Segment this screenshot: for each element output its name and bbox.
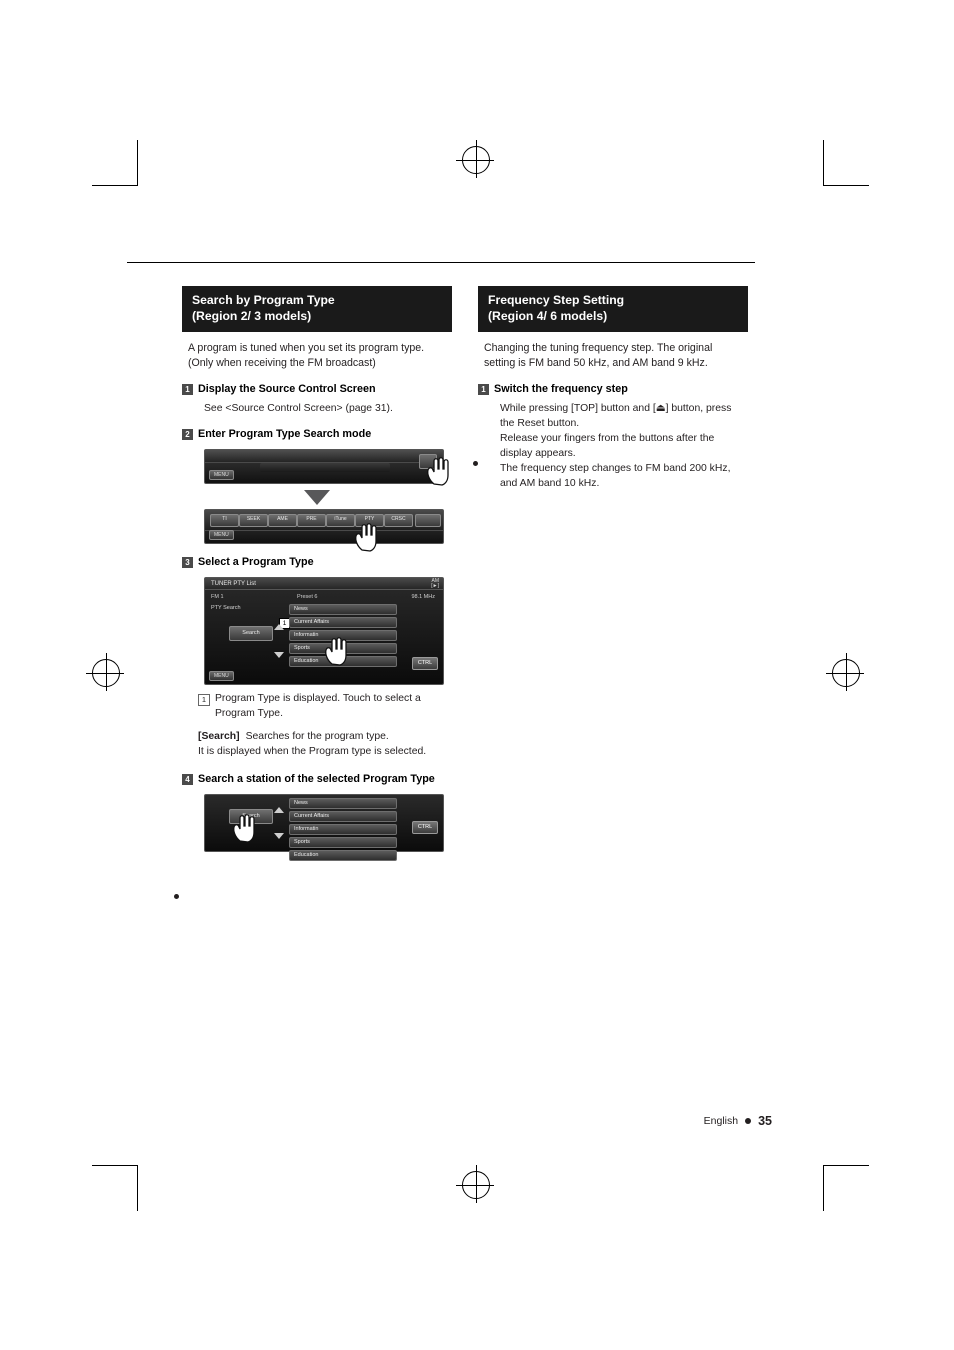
fn-button-crsc[interactable]: CRSC xyxy=(384,514,413,527)
illustration-pty-search-screen: Search News Current Affairs Informatin S… xyxy=(204,794,444,861)
margin-bullet-left xyxy=(174,894,179,899)
page-number: 35 xyxy=(758,1114,772,1128)
pty-search-sublabel: PTY Search xyxy=(211,605,241,611)
flow-arrow-down-icon xyxy=(304,490,330,505)
registration-mark-left xyxy=(86,653,124,691)
fn-button-itune[interactable]: iTune xyxy=(326,514,355,527)
fn-button-ti[interactable]: TI xyxy=(210,514,239,527)
step-number: 1 xyxy=(182,384,193,395)
registration-mark-top xyxy=(456,140,494,178)
step-number: 3 xyxy=(182,557,193,568)
page-footer: English 35 xyxy=(704,1114,772,1128)
list-item[interactable]: Current Affairs xyxy=(289,811,397,822)
right-step-line-3: The frequency step changes to FM band 20… xyxy=(500,463,731,489)
right-intro-text: Changing the tuning frequency step. The … xyxy=(484,342,713,369)
search-key-description: Searches for the program type. xyxy=(245,731,389,742)
pty-band-icon-2: [►] xyxy=(431,583,439,589)
pty-search-note: [Search] Searches for the program type. xyxy=(182,729,452,744)
left-step-1: 1 Display the Source Control Screen xyxy=(182,382,452,396)
pty-scroll-controls[interactable] xyxy=(272,807,285,839)
step-title: Search a station of the selected Program… xyxy=(198,773,435,785)
note-text: Program Type is displayed. Touch to sele… xyxy=(215,693,421,719)
list-item[interactable]: News xyxy=(289,604,397,615)
crop-mark-top-left-h xyxy=(92,185,138,186)
scroll-down-icon[interactable] xyxy=(273,652,284,658)
registration-mark-bottom xyxy=(456,1165,494,1203)
illustration-pty-list-screen: TUNER PTY List AM [►] FM 1 Preset 6 98.1… xyxy=(204,577,444,685)
registration-mark-right xyxy=(826,653,864,691)
right-step-line-2: Release your fingers from the buttons af… xyxy=(500,433,715,459)
left-step-3: 3 Select a Program Type xyxy=(182,555,452,569)
list-item[interactable]: News xyxy=(289,798,397,809)
crop-mark-bottom-right-v xyxy=(823,1165,824,1211)
footer-dot-icon xyxy=(745,1118,752,1124)
pty-search-button[interactable]: Search xyxy=(229,809,273,824)
pty-band-label: FM 1 xyxy=(211,594,224,600)
left-heading-line2: (Region 2/ 3 models) xyxy=(192,308,312,323)
fn-button-close-icon[interactable] xyxy=(415,514,441,527)
fn-button-pre[interactable]: PRE xyxy=(297,514,326,527)
pty-type-list[interactable]: News Current Affairs Informatin Sports E… xyxy=(289,604,397,669)
crop-mark-top-right-h xyxy=(823,185,869,186)
step-number: 1 xyxy=(478,384,489,395)
pty-scroll-controls[interactable] xyxy=(272,624,285,658)
pty-search-button[interactable]: Search xyxy=(229,626,273,641)
right-heading-line1: Frequency Step Setting xyxy=(488,293,625,307)
search-key-label: [Search] xyxy=(198,731,240,742)
scroll-down-icon[interactable] xyxy=(273,833,284,839)
list-item[interactable]: Sports xyxy=(289,643,397,654)
right-column: Frequency Step Setting (Region 4/ 6 mode… xyxy=(478,286,748,491)
list-item[interactable]: Informatin xyxy=(289,630,397,641)
step-title: Select a Program Type xyxy=(198,556,314,568)
illustration-function-bar-screen: TI SEEK AME PRE iTune PTY CRSC MENU xyxy=(204,509,444,552)
menu-tab: MENU xyxy=(209,470,234,480)
pty-type-list[interactable]: News Current Affairs Informatin Sports E… xyxy=(289,798,397,863)
pty-search-note-2: It is displayed when the Program type is… xyxy=(198,746,427,757)
note-number: 1 xyxy=(198,694,210,706)
list-item[interactable]: Sports xyxy=(289,837,397,848)
crop-mark-bottom-right-h xyxy=(823,1165,869,1166)
step-title: Display the Source Control Screen xyxy=(198,383,376,395)
pty-info-bar: FM 1 Preset 6 98.1 MHz xyxy=(205,591,443,603)
list-item[interactable]: Education xyxy=(289,656,397,667)
left-heading-line1: Search by Program Type xyxy=(192,293,335,307)
pty-callout-note: 1 Program Type is displayed. Touch to se… xyxy=(182,691,452,721)
illustration-source-control-screen: MENU xyxy=(204,449,449,486)
left-step-1-body: See <Source Control Screen> (page 31). xyxy=(204,403,393,414)
left-section-heading: Search by Program Type (Region 2/ 3 mode… xyxy=(182,286,452,332)
left-step-2: 2 Enter Program Type Search mode xyxy=(182,427,452,441)
step-number: 2 xyxy=(182,429,193,440)
pty-screen-title: TUNER PTY List xyxy=(205,578,443,590)
fn-button-pty[interactable]: PTY xyxy=(355,514,384,527)
page-top-rule xyxy=(127,262,755,263)
step-number: 4 xyxy=(182,774,193,785)
fn-button-ame[interactable]: AME xyxy=(268,514,297,527)
crop-mark-bottom-left-v xyxy=(137,1165,138,1211)
fn-button-seek[interactable]: SEEK xyxy=(239,514,268,527)
menu-tab: MENU xyxy=(209,530,234,540)
pty-frequency-label: 98.1 MHz xyxy=(411,594,435,600)
step-title: Switch the frequency step xyxy=(494,383,628,395)
pty-ctrl-button[interactable]: CTRL xyxy=(412,657,438,670)
list-item[interactable]: Current Affairs xyxy=(289,617,397,628)
screen-icon-button xyxy=(419,454,437,469)
step-title: Enter Program Type Search mode xyxy=(198,428,372,440)
left-step-4: 4 Search a station of the selected Progr… xyxy=(182,772,452,786)
pty-ctrl-button[interactable]: CTRL xyxy=(412,821,438,834)
footer-language: English xyxy=(703,1115,739,1127)
crop-mark-bottom-left-h xyxy=(92,1165,138,1166)
crop-mark-top-left-v xyxy=(137,140,138,186)
right-section-heading: Frequency Step Setting (Region 4/ 6 mode… xyxy=(478,286,748,332)
menu-tab: MENU xyxy=(209,671,234,681)
right-step-1: 1 Switch the frequency step xyxy=(478,382,748,396)
left-intro-text: A program is tuned when you set its prog… xyxy=(188,342,425,369)
left-column: Search by Program Type (Region 2/ 3 mode… xyxy=(182,286,452,861)
right-heading-line2: (Region 4/ 6 models) xyxy=(488,308,608,323)
list-item[interactable]: Informatin xyxy=(289,824,397,835)
right-step-line-1: While pressing [TOP] button and [⏏] butt… xyxy=(500,403,732,429)
pty-preset-label: Preset 6 xyxy=(297,594,318,600)
pty-band-icons: AM [►] xyxy=(431,579,439,589)
crop-mark-top-right-v xyxy=(823,140,824,186)
list-item[interactable]: Education xyxy=(289,850,397,861)
